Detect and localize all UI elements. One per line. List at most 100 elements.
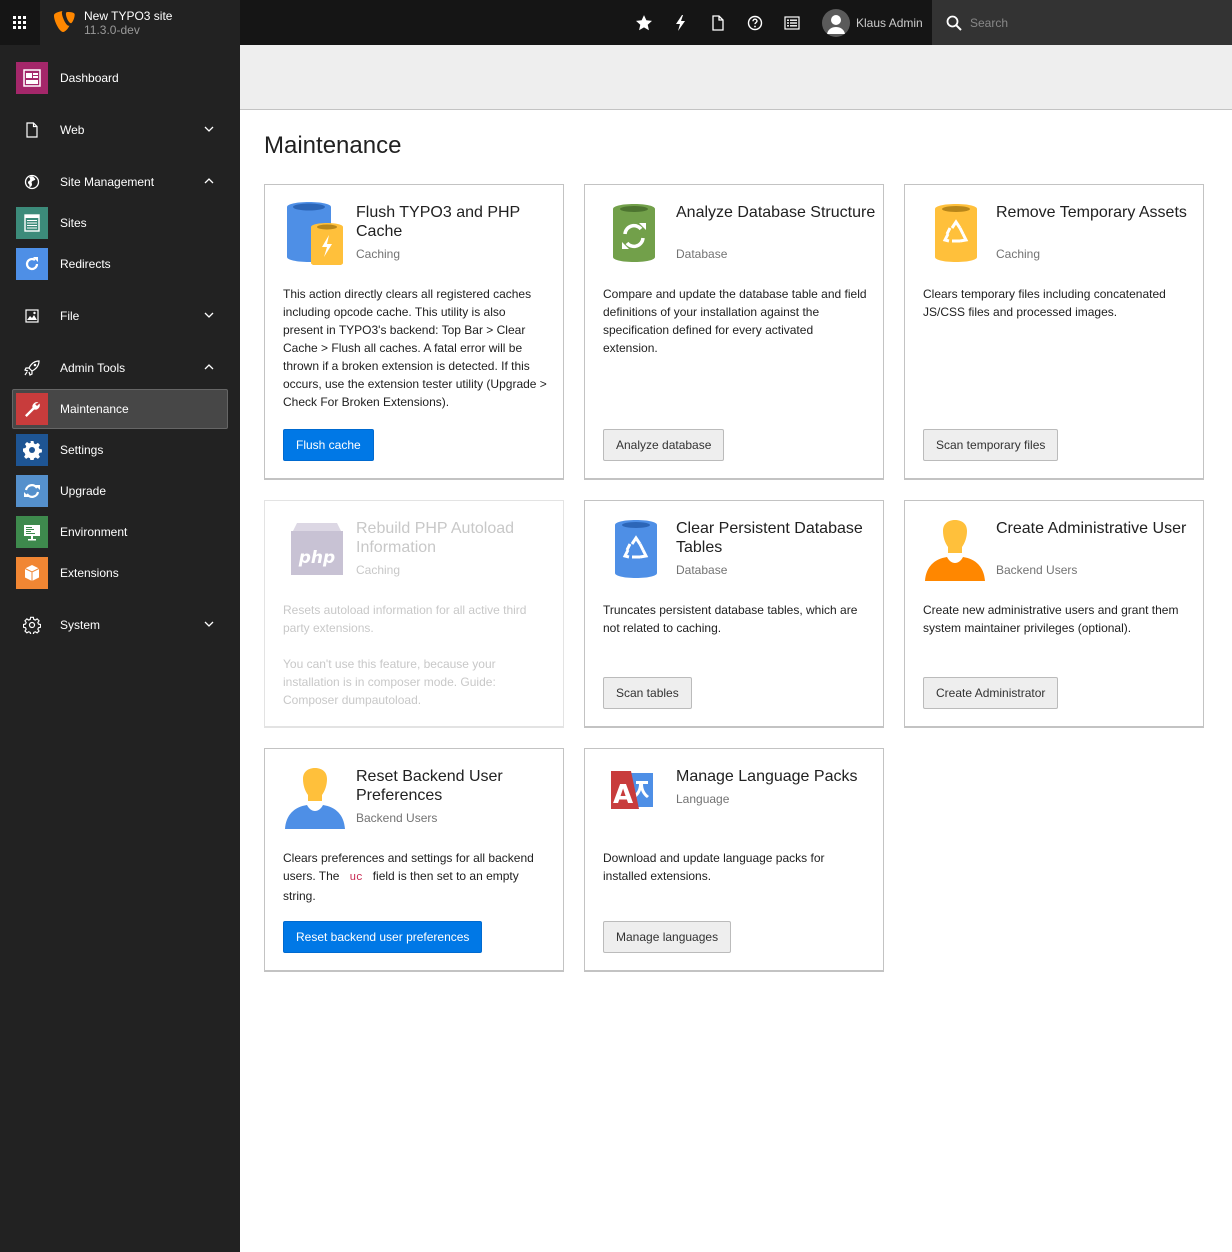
sidebar-item-environment[interactable]: Environment: [12, 512, 228, 552]
svg-text:php: php: [298, 548, 335, 568]
redirect-icon: [16, 248, 48, 280]
sidebar-group-label: Web: [60, 123, 85, 137]
sidebar-group-label: System: [60, 618, 101, 632]
sidebar-group-system[interactable]: System: [12, 605, 228, 645]
monitor-icon: [16, 516, 48, 548]
svg-text:A: A: [613, 780, 633, 810]
card-title: Reset Backend User Preferences: [356, 768, 503, 804]
card-manage-language-packs: A Manage Language Packs Language Downloa…: [584, 748, 884, 972]
site-name: New TYPO3 site: [84, 8, 173, 23]
card-subtitle: Database: [676, 563, 728, 577]
wrench-icon: [16, 393, 48, 425]
sidebar-item-label: Redirects: [60, 257, 111, 271]
chevron-down-icon: [204, 621, 214, 627]
module-menu-toggle[interactable]: [0, 0, 40, 45]
card-description: This action directly clears all register…: [283, 287, 547, 409]
card-title: Remove Temporary Assets: [996, 204, 1187, 221]
sidebar-item-dashboard[interactable]: Dashboard: [12, 58, 228, 98]
card-create-admin-user: Create Administrative User Backend Users…: [904, 500, 1204, 728]
chevron-up-icon: [204, 178, 214, 184]
create-administrator-button[interactable]: Create Administrator: [923, 677, 1059, 709]
sidebar-item-settings[interactable]: Settings: [12, 430, 228, 470]
help-icon[interactable]: [736, 0, 773, 45]
search-box: [932, 0, 1232, 45]
reset-user-preferences-button[interactable]: Reset backend user preferences: [283, 921, 483, 953]
scan-temporary-files-button[interactable]: Scan temporary files: [923, 429, 1059, 461]
sidebar-item-redirects[interactable]: Redirects: [12, 244, 228, 284]
gear-icon: [16, 434, 48, 466]
card-analyze-database: Analyze Database Structure Database Comp…: [584, 184, 884, 480]
card-title: Clear Persistent Database Tables: [676, 520, 863, 556]
sidebar-item-label: Maintenance: [60, 402, 129, 416]
page-title: Maintenance: [264, 132, 402, 159]
cog-icon: [16, 609, 48, 641]
flush-cache-button[interactable]: Flush cache: [283, 429, 374, 461]
sidebar-item-sites[interactable]: Sites: [12, 203, 228, 243]
box-icon: [16, 557, 48, 589]
typo3-logo-icon: [54, 10, 75, 32]
card-subtitle: Caching: [996, 247, 1041, 261]
card-description: Truncates persistent database tables, wh…: [603, 603, 858, 635]
php-box-icon: php: [291, 523, 343, 575]
sidebar-group-admin-tools[interactable]: Admin Tools: [12, 348, 228, 388]
card-description: Create new administrative users and gran…: [923, 603, 1179, 635]
translate-icon: A: [611, 771, 653, 810]
card-description: Compare and update the database table an…: [603, 287, 867, 355]
scan-tables-button[interactable]: Scan tables: [603, 677, 692, 709]
analyze-database-button[interactable]: Analyze database: [603, 429, 725, 461]
chevron-down-icon: [204, 126, 214, 132]
sidebar-group-site-management[interactable]: Site Management: [12, 162, 228, 202]
document-icon[interactable]: [699, 0, 736, 45]
flash-icon[interactable]: [662, 0, 699, 45]
sidebar-group-label: File: [60, 309, 80, 323]
sidebar-item-upgrade[interactable]: Upgrade: [12, 471, 228, 511]
apps-grid-icon: [13, 15, 26, 29]
card-title: Rebuild PHP Autoload Information: [356, 520, 515, 556]
sidebar-item-maintenance[interactable]: Maintenance: [12, 389, 228, 429]
chevron-down-icon: [204, 312, 214, 318]
sidebar-item-label: Upgrade: [60, 484, 107, 498]
recycle-bin-icon: [935, 204, 977, 262]
sidebar-group-label: Admin Tools: [60, 361, 126, 375]
user-avatar-icon: [827, 14, 845, 34]
sidebar-item-label: Environment: [60, 525, 128, 539]
search-input[interactable]: [970, 15, 1210, 30]
user-menu[interactable]: Klaus Admin: [812, 0, 933, 45]
user-icon: [285, 768, 345, 829]
search-icon: [946, 15, 962, 31]
card-subtitle: Caching: [356, 563, 401, 577]
card-description: Download and update language packs for i…: [603, 851, 825, 883]
manage-languages-button[interactable]: Manage languages: [603, 921, 732, 953]
sidebar-group-file[interactable]: File: [12, 296, 228, 336]
sidebar-group-web[interactable]: Web: [12, 110, 228, 150]
card-title: Manage Language Packs: [676, 768, 858, 785]
globe-icon: [16, 166, 48, 198]
sidebar-item-label: Sites: [60, 216, 87, 230]
list-icon[interactable]: [773, 0, 810, 45]
card-title: Flush TYPO3 and PHP Cache: [356, 204, 520, 240]
card-subtitle: Caching: [356, 247, 401, 261]
sidebar-item-extensions[interactable]: Extensions: [12, 553, 228, 593]
card-title: Analyze Database Structure: [676, 204, 876, 221]
bookmark-star-icon[interactable]: [625, 0, 662, 45]
admin-user-icon: [925, 520, 985, 581]
topbar: New TYPO3 site 11.3.0-dev Klaus Admin: [0, 0, 1232, 45]
card-clear-persistent-tables: Clear Persistent Database Tables Databas…: [584, 500, 884, 728]
avatar: [822, 8, 850, 37]
page-icon: [16, 114, 48, 146]
card-title: Create Administrative User: [996, 520, 1187, 537]
image-icon: [16, 300, 48, 332]
toolbar-icons: [625, 0, 810, 45]
sidebar-group-label: Site Management: [60, 175, 155, 189]
site-version: 11.3.0-dev: [84, 22, 140, 37]
database-sync-icon: [613, 204, 655, 262]
card-flush-cache: Flush TYPO3 and PHP Cache Caching This a…: [264, 184, 564, 480]
rocket-icon: [16, 352, 48, 384]
card-rebuild-php-autoload: php Rebuild PHP Autoload Information Cac…: [264, 500, 564, 728]
doc-header: [240, 45, 1232, 110]
card-description: Resets autoload information for all acti…: [283, 603, 527, 635]
card-description: Clears preferences and settings for all …: [283, 851, 534, 903]
code-snippet: uc: [349, 872, 363, 884]
site-brand[interactable]: New TYPO3 site 11.3.0-dev: [40, 0, 240, 45]
refresh-icon: [16, 475, 48, 507]
